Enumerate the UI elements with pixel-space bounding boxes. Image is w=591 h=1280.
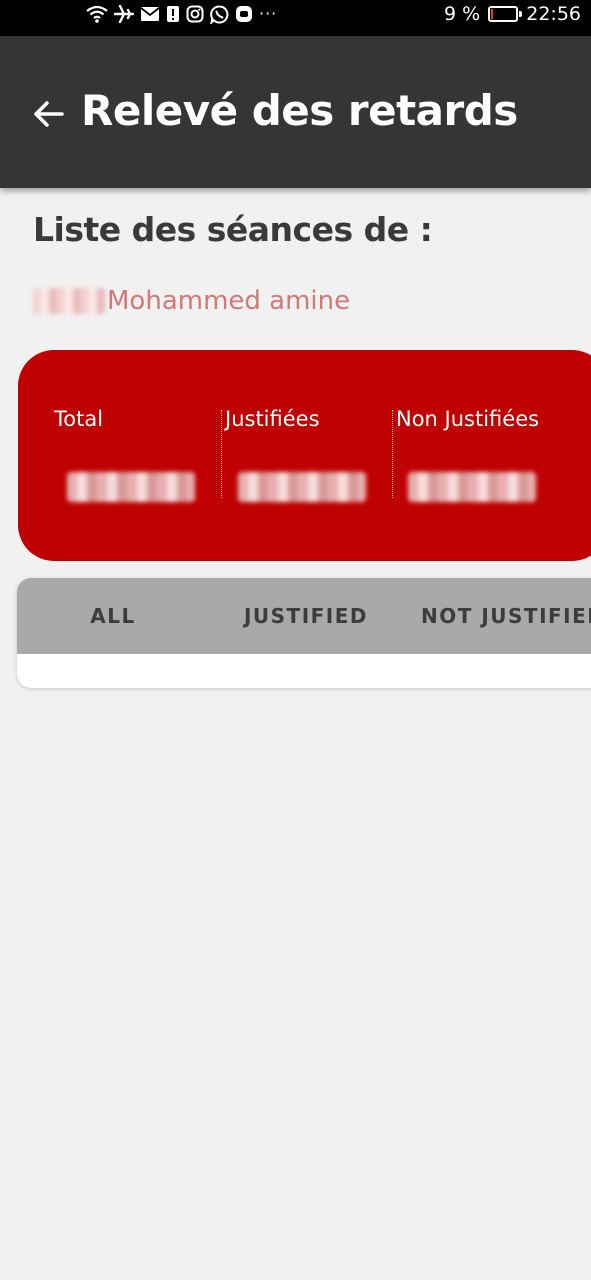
instagram-icon [186,5,204,23]
mail-icon [140,7,160,21]
stat-total-value [67,472,195,502]
app-bar: Relevé des retards [0,36,591,188]
section-title: Liste des séances de : [33,210,433,249]
tab-justified[interactable]: JUSTIFIED [209,578,403,654]
stat-non-justified-value [408,472,536,502]
whatsapp-icon [210,5,229,24]
sessions-list-card: ALL JUSTIFIED NOT JUSTIFIED [17,578,591,688]
arrow-left-icon [34,101,64,127]
redacted-surname [33,288,105,314]
page-title: Relevé des retards [81,86,518,135]
stat-divider [392,410,393,498]
status-bar: ··· 9 % 22:56 [0,0,591,36]
more-notifications-indicator: ··· [259,4,278,23]
stat-justified-label: Justifiées [225,407,320,431]
stat-total-label: Total [54,407,104,431]
battery-icon [488,6,523,22]
airplane-icon [114,5,134,23]
tabs-bar: ALL JUSTIFIED NOT JUSTIFIED [17,578,591,654]
status-right: 9 % 22:56 [444,3,581,25]
tab-not-justified[interactable]: NOT JUSTIFIED [403,578,591,654]
tab-all[interactable]: ALL [17,578,209,654]
stat-non-justified-label: Non Justifiées [396,407,540,431]
stats-card: Total Justifiées Non Justifiées [18,350,591,561]
back-button[interactable] [28,94,68,134]
messenger-icon [236,6,252,22]
student-row: Mohammed amine [33,284,350,318]
battery-level [491,9,494,19]
battery-percent: 9 % [444,3,481,25]
clock: 22:56 [526,3,581,25]
stat-divider [221,410,222,498]
wifi-icon [86,5,108,23]
alert-icon [167,6,179,22]
stat-justified-value [238,472,366,502]
status-icons: ··· [86,4,277,24]
student-name: Mohammed amine [107,286,351,316]
